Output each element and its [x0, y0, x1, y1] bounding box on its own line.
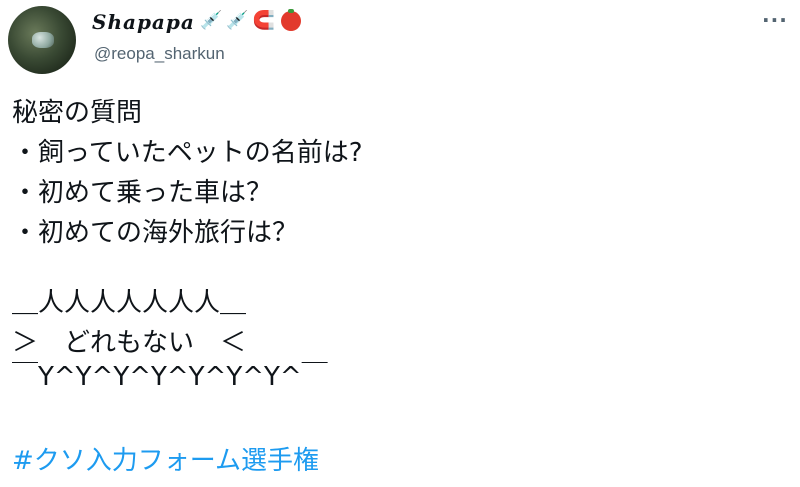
syringe-icon: 💉: [226, 10, 249, 31]
tweet-text-line: 秘密の質問: [12, 98, 143, 128]
tweet-text-line: ￣Y^Y^Y^Y^Y^Y^Y^￣: [12, 362, 328, 392]
avatar[interactable]: [8, 6, 76, 74]
tweet-text-line: ・初めての海外旅行は？: [12, 218, 299, 248]
more-options-icon[interactable]: ···: [762, 8, 788, 32]
tweet-text-line: ＞ どれもない ＜: [12, 328, 247, 358]
avatar-image: [32, 32, 54, 48]
display-name[interactable]: Shapapa: [92, 10, 195, 34]
syringe-icon: 💉: [200, 10, 223, 31]
hashtag-link[interactable]: #クソ入力フォーム選手権: [12, 444, 319, 478]
user-handle[interactable]: @reopa_sharkun: [94, 44, 225, 64]
tweet-card: Shapapa 💉 💉 🧲 @reopa_sharkun ··· 秘密の質問 ・…: [0, 0, 800, 487]
tomato-icon: [281, 9, 302, 31]
tweet-text-line: ・飼っていたペットの名前は?: [12, 138, 363, 168]
tweet-text-line: ・初めて乗った車は？: [12, 178, 273, 208]
name-emojis: 💉 💉 🧲: [200, 9, 302, 32]
magnet-icon: 🧲: [252, 10, 276, 31]
tweet-text-line: ＿人人人人人人人＿: [12, 288, 247, 318]
